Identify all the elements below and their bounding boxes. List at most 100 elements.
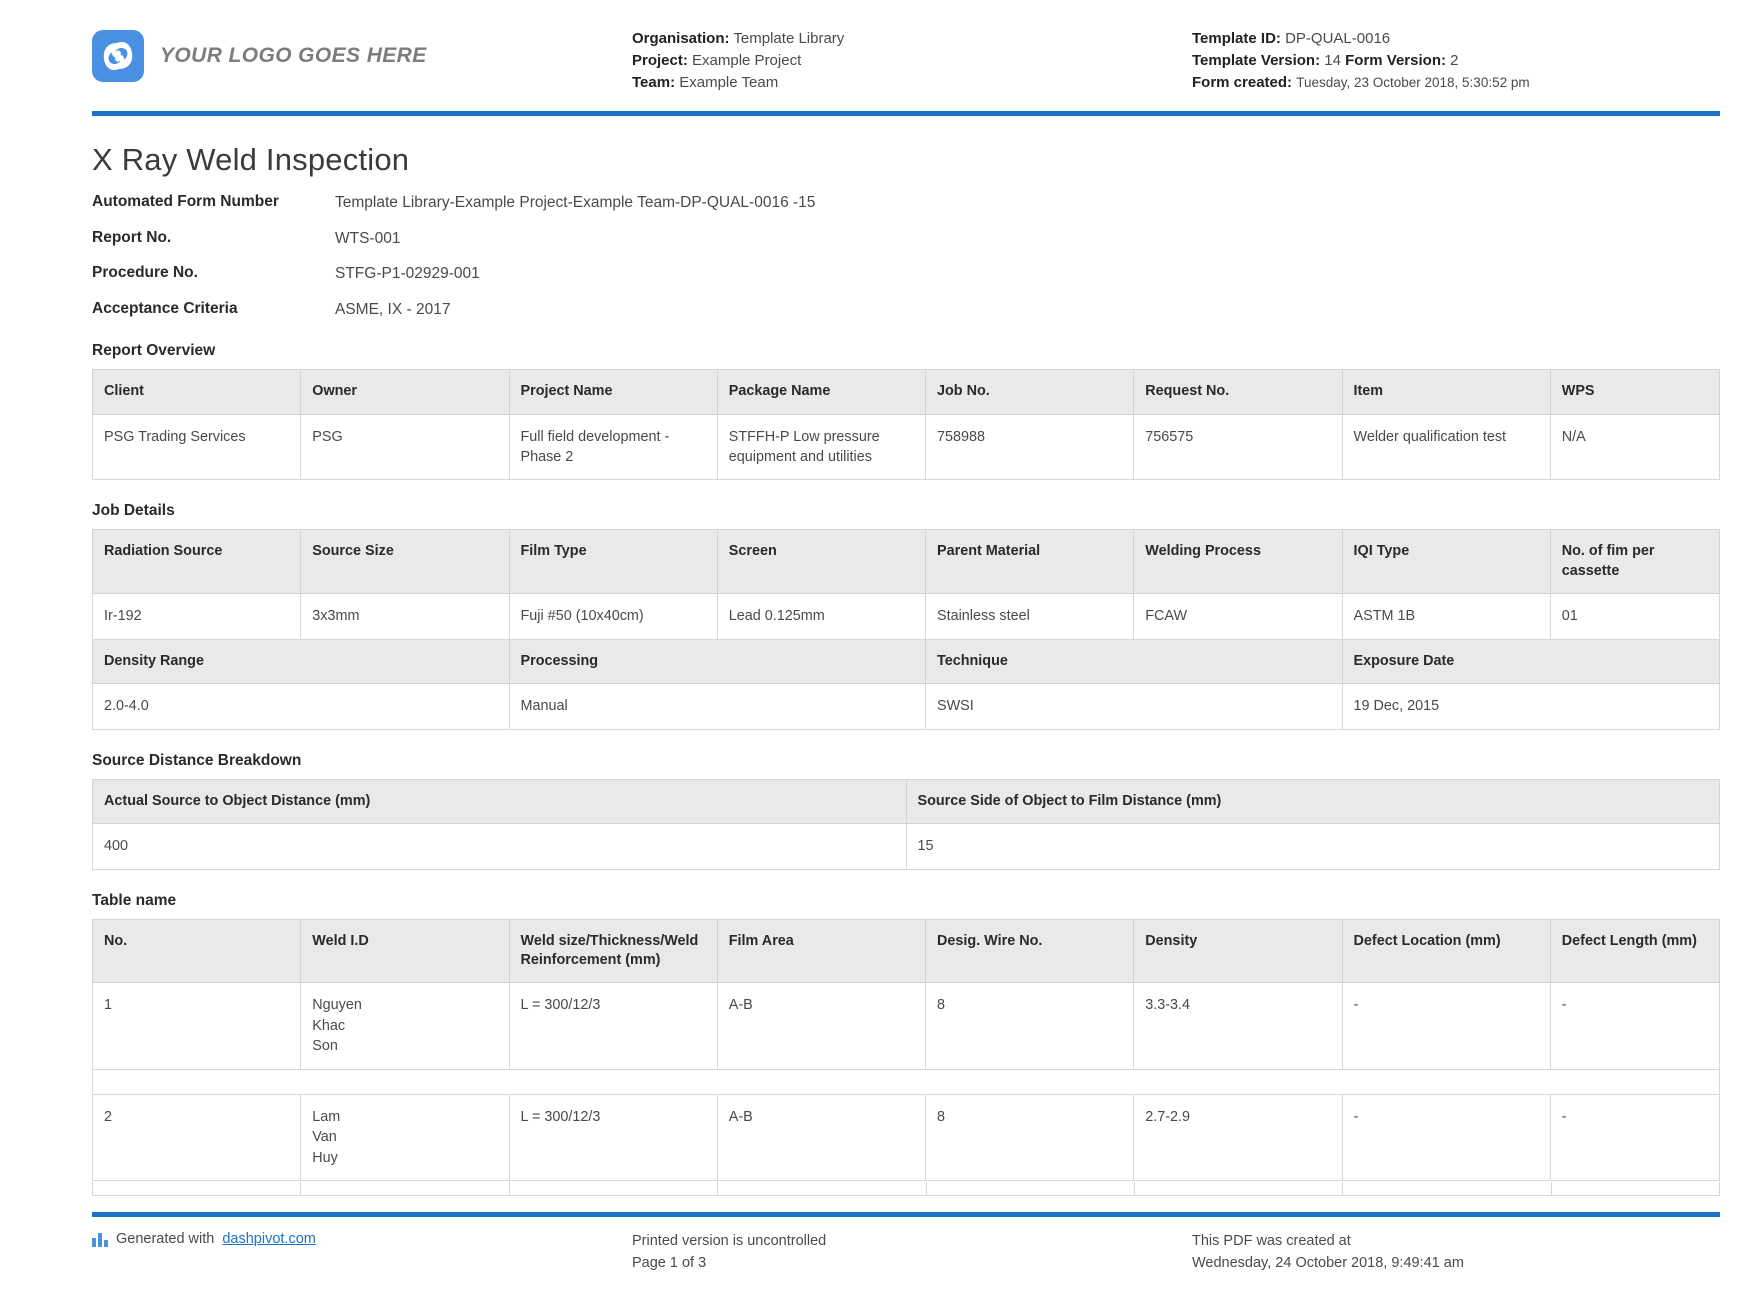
header-meta-template: Template ID: DP-QUAL-0016 Template Versi…: [1192, 22, 1720, 93]
table-row: 2 Lam Van Huy L = 300/12/3 A-B 8 2.7-2.9…: [93, 1094, 1720, 1180]
column-header: Client: [93, 370, 301, 414]
table-row: 400 15: [93, 824, 1720, 869]
table-cell: L = 300/12/3: [509, 1094, 717, 1180]
report-overview-title: Report Overview: [92, 342, 1720, 360]
team-value: Example Team: [679, 74, 778, 91]
table-cell: SWSI: [926, 684, 1343, 729]
table-cell: 400: [93, 824, 907, 869]
field-label: Report No.: [92, 228, 335, 248]
table-spacer-row: [93, 1069, 1720, 1094]
footer-generated-block: Generated with dashpivot.com: [92, 1231, 632, 1275]
table-cell: Full field development - Phase 2: [509, 414, 717, 480]
team-label: Team:: [632, 74, 675, 91]
table-cell: -: [1550, 1094, 1719, 1180]
footer-created-label: This PDF was created at: [1192, 1231, 1720, 1253]
dashpivot-link[interactable]: dashpivot.com: [222, 1231, 316, 1247]
column-header: Request No.: [1134, 370, 1342, 414]
form-version-value: 2: [1450, 52, 1458, 69]
weld-table-title: Table name: [92, 892, 1720, 910]
table-cell: 1: [93, 983, 301, 1069]
footer-created-block: This PDF was created at Wednesday, 24 Oc…: [1192, 1231, 1720, 1275]
table-cell: 2: [93, 1094, 301, 1180]
page-title: X Ray Weld Inspection: [92, 142, 1720, 178]
column-header: Film Area: [717, 919, 925, 983]
organisation-label: Organisation:: [632, 30, 730, 47]
table-cell: 8: [926, 983, 1134, 1069]
document-body: X Ray Weld Inspection Automated Form Num…: [0, 142, 1754, 1196]
organisation-row: Organisation: Template Library: [632, 28, 1192, 50]
table-cell: N/A: [1550, 414, 1719, 480]
column-header: Package Name: [717, 370, 925, 414]
table-cell: FCAW: [1134, 594, 1342, 639]
field-value: WTS-001: [335, 228, 400, 249]
form-created-value: Tuesday, 23 October 2018, 5:30:52 pm: [1296, 75, 1529, 90]
column-header: Defect Length (mm): [1550, 919, 1719, 983]
table-header-row: Actual Source to Object Distance (mm) So…: [93, 779, 1720, 823]
field-label: Procedure No.: [92, 263, 335, 283]
column-header: Parent Material: [926, 530, 1134, 594]
table-row: PSG Trading Services PSG Full field deve…: [93, 414, 1720, 480]
column-header: Technique: [926, 639, 1343, 683]
column-header: Project Name: [509, 370, 717, 414]
document-fields: Automated Form Number Template Library-E…: [92, 192, 1720, 320]
table-cell: Fuji #50 (10x40cm): [509, 594, 717, 639]
table-cell: Lead 0.125mm: [717, 594, 925, 639]
table-cell: A-B: [717, 983, 925, 1069]
table-cell: 01: [1550, 594, 1719, 639]
footer-page-number: Page 1 of 3: [632, 1253, 1192, 1275]
table-cell: 756575: [1134, 414, 1342, 480]
table-cell: ASTM 1B: [1342, 594, 1550, 639]
project-row: Project: Example Project: [632, 50, 1192, 72]
table-cell: STFFH-P Low pressure equipment and utili…: [717, 414, 925, 480]
column-header: IQI Type: [1342, 530, 1550, 594]
field-row: Acceptance Criteria ASME, IX - 2017: [92, 299, 1720, 320]
table-cell: 15: [906, 824, 1720, 869]
table-cell: L = 300/12/3: [509, 983, 717, 1069]
table-cell: -: [1342, 1094, 1550, 1180]
logo-text: YOUR LOGO GOES HERE: [160, 44, 427, 68]
field-row: Automated Form Number Template Library-E…: [92, 192, 1720, 213]
report-overview-table: Client Owner Project Name Package Name J…: [92, 369, 1720, 480]
table-cell: PSG Trading Services: [93, 414, 301, 480]
table-cell: -: [1550, 983, 1719, 1069]
template-version-value: 14: [1324, 52, 1341, 69]
column-header: Source Side of Object to Film Distance (…: [906, 779, 1720, 823]
column-header: Actual Source to Object Distance (mm): [93, 779, 907, 823]
column-header: Desig. Wire No.: [926, 919, 1134, 983]
document-header: YOUR LOGO GOES HERE Organisation: Templa…: [0, 0, 1754, 107]
column-header: WPS: [1550, 370, 1719, 414]
bar-chart-icon: [92, 1233, 108, 1251]
table-cell: 19 Dec, 2015: [1342, 684, 1720, 729]
template-id-label: Template ID:: [1192, 30, 1281, 47]
column-header: Weld size/Thickness/Weld Reinforcement (…: [509, 919, 717, 983]
footer-print-block: Printed version is uncontrolled Page 1 o…: [632, 1231, 1192, 1275]
table-header-row: No. Weld I.D Weld size/Thickness/Weld Re…: [93, 919, 1720, 983]
header-meta-organisation: Organisation: Template Library Project: …: [632, 22, 1192, 93]
form-created-label: Form created:: [1192, 74, 1292, 91]
table-cell: 8: [926, 1094, 1134, 1180]
table-cell: 758988: [926, 414, 1134, 480]
column-header: Film Type: [509, 530, 717, 594]
form-created-row: Form created: Tuesday, 23 October 2018, …: [1192, 72, 1720, 94]
job-details-title: Job Details: [92, 502, 1720, 520]
table-cell: Manual: [509, 684, 926, 729]
weld-table: No. Weld I.D Weld size/Thickness/Weld Re…: [92, 919, 1720, 1182]
column-header: Source Size: [301, 530, 509, 594]
table-header-row: Client Owner Project Name Package Name J…: [93, 370, 1720, 414]
footer-printed-notice: Printed version is uncontrolled: [632, 1231, 1192, 1253]
form-version-label: Form Version:: [1345, 52, 1446, 69]
document-footer: Generated with dashpivot.com Printed ver…: [0, 1217, 1754, 1293]
field-value: Template Library-Example Project-Example…: [335, 192, 815, 213]
field-row: Procedure No. STFG-P1-02929-001: [92, 263, 1720, 284]
footer-generated-text: Generated with: [116, 1231, 214, 1247]
document-page: YOUR LOGO GOES HERE Organisation: Templa…: [0, 0, 1754, 1293]
organisation-value: Template Library: [733, 30, 844, 47]
table-cell: Lam Van Huy: [301, 1094, 509, 1180]
field-label: Acceptance Criteria: [92, 299, 335, 319]
table-cell: -: [1342, 983, 1550, 1069]
footer-created-value: Wednesday, 24 October 2018, 9:49:41 am: [1192, 1253, 1720, 1275]
source-distance-title: Source Distance Breakdown: [92, 752, 1720, 770]
table-cell: PSG: [301, 414, 509, 480]
column-header: Owner: [301, 370, 509, 414]
column-header: Density: [1134, 919, 1342, 983]
